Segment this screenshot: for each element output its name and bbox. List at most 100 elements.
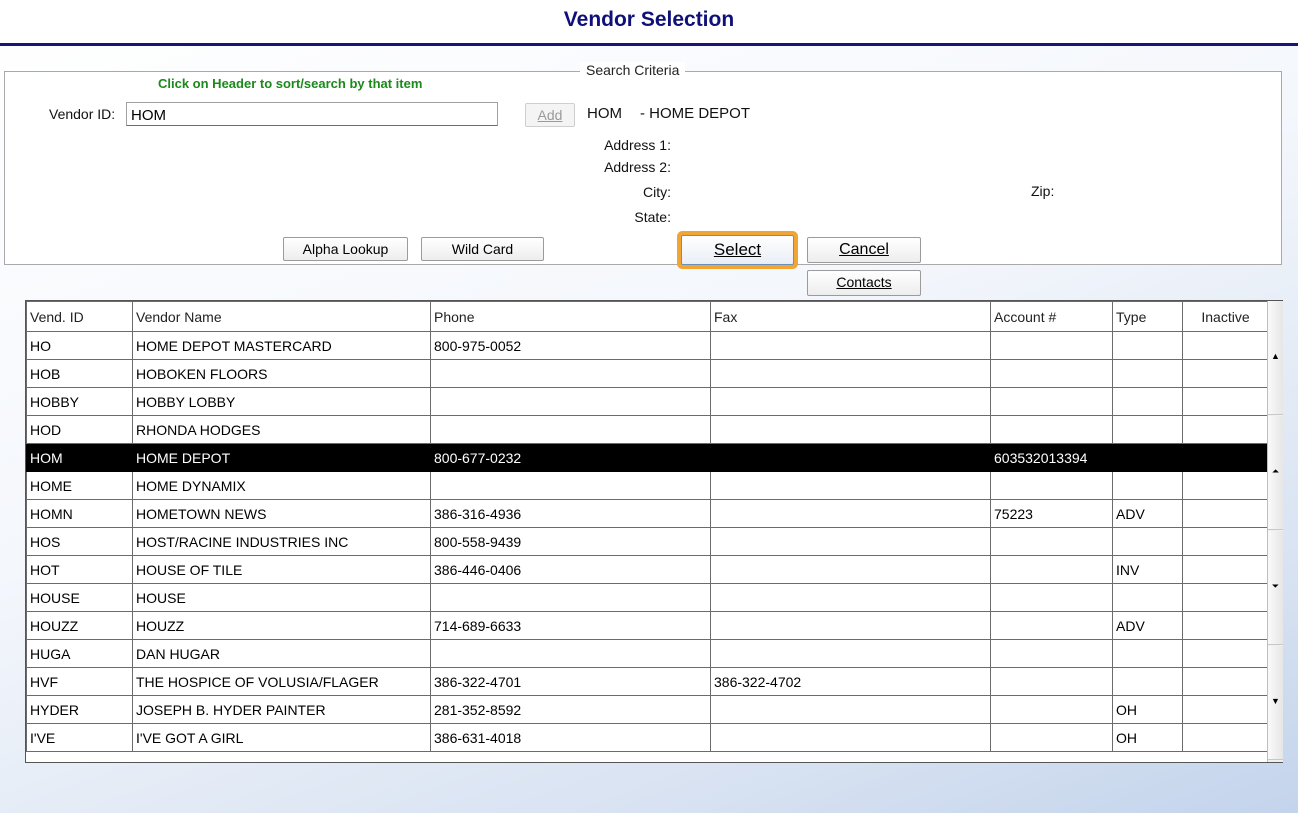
table-row[interactable]: HOMN HOMETOWN NEWS 386-316-4936 75223 ADV [26,499,1269,528]
vendor-id-input[interactable] [126,102,498,126]
cell-type: ADV [1112,611,1183,640]
scroll-bottom-icon: ▼ [1271,696,1280,706]
scroll-page-down-button[interactable]: ⏷ [1268,531,1283,645]
cell-phone: 386-322-4701 [430,667,711,696]
table-row[interactable]: HOM HOME DEPOT 800-677-0232 603532013394 [26,443,1269,472]
cell-vendor-name: DAN HUGAR [132,639,431,668]
add-label: Add [537,107,563,123]
cell-inactive [1182,695,1269,724]
cell-inactive [1182,443,1269,472]
cell-fax [710,387,991,416]
cell-vendor-name: HOUSE [132,583,431,612]
col-header-type[interactable]: Type [1112,301,1183,332]
contacts-label: Contacts [836,274,892,290]
state-label: State: [634,209,671,225]
selected-vendor-code: HOM [587,105,622,122]
vertical-scrollbar[interactable]: ▲ ⏶ ⏷ ▼ [1267,301,1283,762]
table-row[interactable]: HOT HOUSE OF TILE 386-446-0406 INV [26,555,1269,584]
cell-account [990,415,1113,444]
cell-vend-id: HOBBY [26,387,133,416]
cell-inactive [1182,359,1269,388]
col-header-vendor-name[interactable]: Vendor Name [132,301,431,332]
window-title: Vendor Selection [563,8,735,31]
col-header-fax[interactable]: Fax [710,301,991,332]
contacts-button[interactable]: Contacts [807,270,921,296]
table-row[interactable]: I'VE I'VE GOT A GIRL 386-631-4018 OH [26,723,1269,752]
cell-vendor-name: HOME DYNAMIX [132,471,431,500]
cell-account [990,695,1113,724]
cell-type [1112,415,1183,444]
cell-inactive [1182,387,1269,416]
cell-phone: 800-558-9439 [430,527,711,556]
cell-account [990,583,1113,612]
cell-type: ADV [1112,499,1183,528]
cell-phone [430,415,711,444]
vendor-id-label: Vendor ID: [49,106,116,122]
vendor-table: Vend. ID Vendor Name Phone Fax Account #… [26,301,1269,752]
cell-vend-id: HOD [26,415,133,444]
table-row[interactable]: HOBBY HOBBY LOBBY [26,387,1269,416]
table-row[interactable]: HYDER JOSEPH B. HYDER PAINTER 281-352-8592… [26,695,1269,724]
cell-type [1112,667,1183,696]
cell-phone: 386-631-4018 [430,723,711,752]
cell-vendor-name: JOSEPH B. HYDER PAINTER [132,695,431,724]
cell-vend-id: HVF [26,667,133,696]
cell-vend-id: HOS [26,527,133,556]
wild-card-label: Wild Card [451,241,514,257]
select-button[interactable]: Select [681,235,794,265]
cell-vendor-name: HOME DEPOT [132,443,431,472]
cell-phone [430,359,711,388]
search-criteria-legend: Search Criteria [580,62,686,78]
cell-phone: 714-689-6633 [430,611,711,640]
cell-phone [430,471,711,500]
cell-vend-id: HUGA [26,639,133,668]
table-row[interactable]: HO HOME DEPOT MASTERCARD 800-975-0052 [26,331,1269,360]
cell-type [1112,527,1183,556]
cell-type: OH [1112,695,1183,724]
cell-fax [710,555,991,584]
table-row[interactable]: HOD RHONDA HODGES [26,415,1269,444]
table-row[interactable]: HOS HOST/RACINE INDUSTRIES INC 800-558-943… [26,527,1269,556]
col-header-phone[interactable]: Phone [430,301,711,332]
table-row[interactable]: HOUSE HOUSE [26,583,1269,612]
add-button[interactable]: Add [525,103,575,127]
cancel-button[interactable]: Cancel [807,237,921,263]
cell-type [1112,639,1183,668]
address1-label: Address 1: [604,137,671,153]
title-bar: Vendor Selection [0,0,1298,46]
table-row[interactable]: HVF THE HOSPICE OF VOLUSIA/FLAGER 386-322-… [26,667,1269,696]
col-header-inactive[interactable]: Inactive [1182,301,1269,332]
cell-vendor-name: HOMETOWN NEWS [132,499,431,528]
cell-fax [710,331,991,360]
scroll-top-button[interactable]: ▲ [1268,301,1283,415]
cell-fax [710,471,991,500]
scroll-page-up-button[interactable]: ⏶ [1268,416,1283,530]
cell-phone [430,583,711,612]
cell-inactive [1182,331,1269,360]
cell-inactive [1182,415,1269,444]
cell-phone: 386-316-4936 [430,499,711,528]
alpha-lookup-button[interactable]: Alpha Lookup [283,237,408,261]
wild-card-button[interactable]: Wild Card [421,237,544,261]
scroll-bottom-button[interactable]: ▼ [1268,646,1283,760]
cell-type [1112,387,1183,416]
cell-inactive [1182,555,1269,584]
cell-vend-id: HO [26,331,133,360]
table-row[interactable]: HOB HOBOKEN FLOORS [26,359,1269,388]
col-header-vend-id[interactable]: Vend. ID [26,301,133,332]
table-row[interactable]: HOME HOME DYNAMIX [26,471,1269,500]
cell-vendor-name: HOME DEPOT MASTERCARD [132,331,431,360]
cell-vend-id: HYDER [26,695,133,724]
cell-fax [710,695,991,724]
cell-vendor-name: HOBOKEN FLOORS [132,359,431,388]
cell-type [1112,583,1183,612]
cell-account [990,331,1113,360]
col-header-account[interactable]: Account # [990,301,1113,332]
table-row[interactable]: HOUZZ HOUZZ 714-689-6633 ADV [26,611,1269,640]
cell-vend-id: HOB [26,359,133,388]
cell-vend-id: HOM [26,443,133,472]
cell-fax [710,723,991,752]
cell-fax [710,359,991,388]
table-row[interactable]: HUGA DAN HUGAR [26,639,1269,668]
cell-type: INV [1112,555,1183,584]
